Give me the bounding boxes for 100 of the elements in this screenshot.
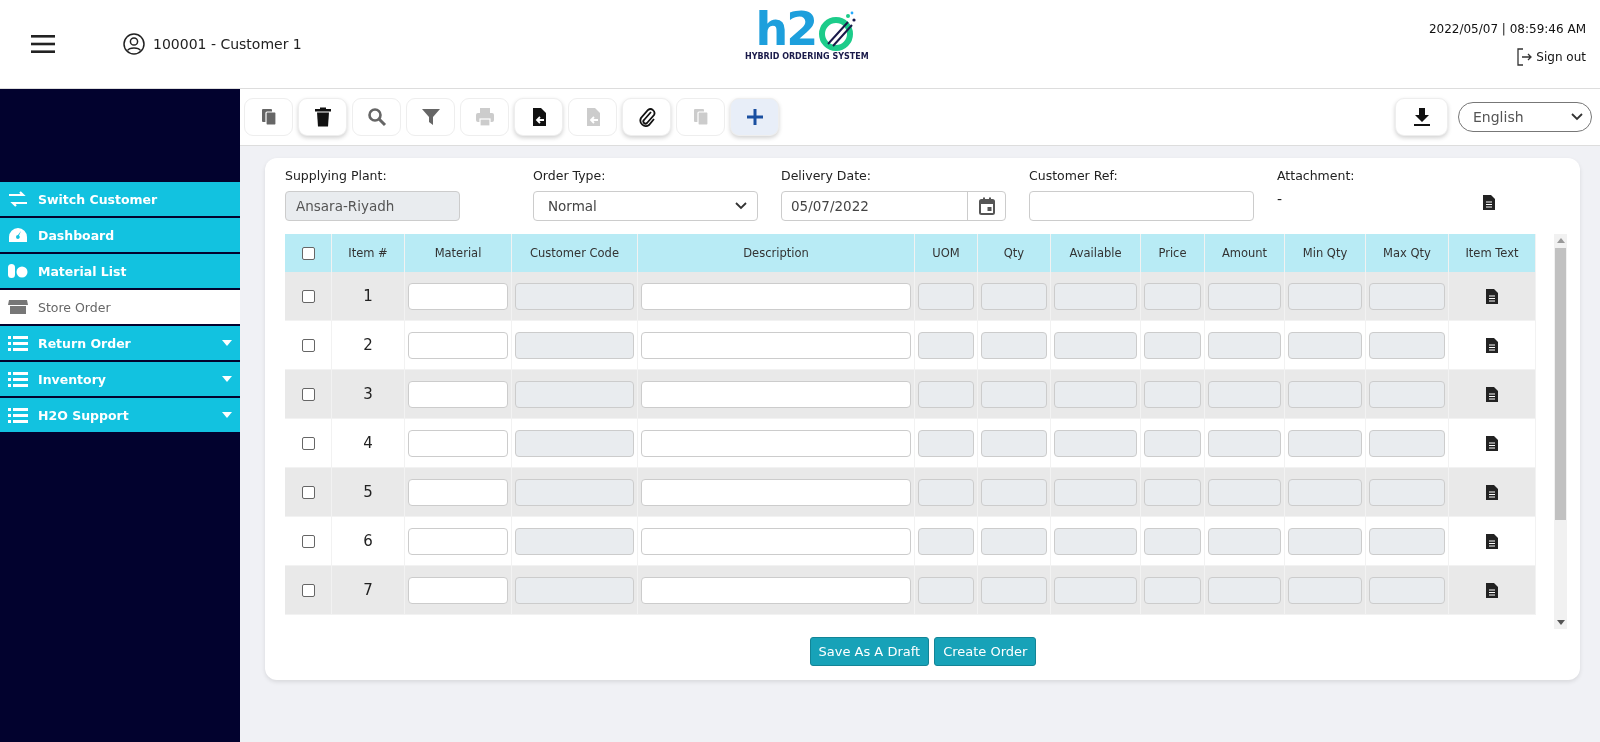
import-button[interactable]	[514, 98, 563, 136]
item-number: 6	[363, 532, 373, 550]
sign-out-label[interactable]: Sign out	[1536, 50, 1586, 64]
sign-out-icon[interactable]	[1516, 48, 1533, 66]
calendar-icon[interactable]	[978, 197, 995, 215]
item-number: 5	[363, 483, 373, 501]
trash-icon	[312, 107, 333, 127]
readonly-field	[918, 282, 974, 310]
table-input-field[interactable]	[641, 429, 911, 457]
item-number: 2	[363, 336, 373, 354]
caret-icon	[222, 376, 232, 382]
field-label: Order Type:	[533, 168, 607, 183]
paperclip-icon	[636, 107, 657, 127]
table-input-field[interactable]	[641, 380, 911, 408]
readonly-field	[981, 429, 1047, 457]
add-button[interactable]	[730, 98, 779, 136]
table-input-field[interactable]	[408, 331, 508, 359]
list-icon	[8, 371, 28, 387]
readonly-field	[1144, 576, 1201, 604]
document-icon[interactable]	[1486, 337, 1498, 353]
table-input-field[interactable]	[408, 380, 508, 408]
readonly-field	[918, 576, 974, 604]
table-input-field[interactable]	[641, 331, 911, 359]
readonly-field	[981, 380, 1047, 408]
chevron-down-icon	[1571, 113, 1583, 121]
filter-icon	[420, 107, 441, 127]
table-input-field[interactable]	[408, 527, 508, 555]
row-checkbox[interactable]	[301, 387, 315, 401]
download-icon	[1411, 107, 1432, 127]
readonly-field	[981, 331, 1047, 359]
readonly-field	[1144, 527, 1201, 555]
row-checkbox[interactable]	[301, 289, 315, 303]
document-icon[interactable]	[1486, 533, 1498, 549]
readonly-field	[981, 527, 1047, 555]
customer-ref-field[interactable]	[1029, 191, 1254, 221]
readonly-field	[918, 527, 974, 555]
download-button[interactable]	[1395, 98, 1448, 136]
table-input-field[interactable]	[641, 576, 911, 604]
attachment-value: -	[1277, 191, 1284, 207]
readonly-field	[918, 331, 974, 359]
caret-icon	[222, 412, 232, 418]
menu-icon[interactable]	[31, 34, 55, 54]
item-number: 4	[363, 434, 373, 452]
pills-icon	[8, 263, 28, 279]
sidebar-item[interactable]: Switch Customer	[0, 182, 240, 218]
sidebar-item[interactable]: Material List	[0, 254, 240, 290]
row-checkbox[interactable]	[301, 436, 315, 450]
chevron-down-icon	[735, 202, 747, 210]
delivery-date-field[interactable]: 05/07/2022	[781, 191, 1006, 221]
sidebar-item[interactable]: Store Order	[0, 290, 240, 326]
row-checkbox[interactable]	[301, 583, 315, 597]
table-input-field[interactable]	[641, 478, 911, 506]
sidebar-item[interactable]: Dashboard	[0, 218, 240, 254]
customer-name: 100001 - Customer 1	[153, 36, 302, 52]
action-button[interactable]: Create Order	[934, 637, 1037, 666]
order-type-select[interactable]: Normal	[533, 191, 758, 221]
document-icon[interactable]	[1486, 386, 1498, 402]
document-icon[interactable]	[1486, 582, 1498, 598]
scroll-down-icon[interactable]	[1556, 620, 1565, 625]
plus-icon	[744, 107, 765, 127]
sidebar-item[interactable]: Return Order	[0, 326, 240, 362]
scrollbar-thumb[interactable]	[1555, 248, 1566, 520]
item-number: 7	[363, 581, 373, 599]
action-button[interactable]: Save As A Draft	[809, 637, 930, 666]
search-button[interactable]	[352, 98, 401, 136]
document-icon[interactable]	[1486, 288, 1498, 304]
readonly-field	[1144, 429, 1201, 457]
sidebar-item[interactable]: Inventory	[0, 362, 240, 398]
scrollbar[interactable]	[1554, 234, 1567, 629]
row-checkbox[interactable]	[301, 534, 315, 548]
readonly-field	[981, 282, 1047, 310]
document-icon[interactable]	[1486, 435, 1498, 451]
field-label: Supplying Plant:	[285, 168, 388, 183]
row-checkbox[interactable]	[301, 485, 315, 499]
switch-arrows-icon	[8, 191, 28, 207]
document-icon[interactable]	[1483, 195, 1495, 210]
table-input-field[interactable]	[408, 478, 508, 506]
readonly-field	[918, 380, 974, 408]
document-icon[interactable]	[1486, 484, 1498, 500]
copy-button[interactable]	[244, 98, 293, 136]
sidebar-item[interactable]: H2O Support	[0, 398, 240, 434]
supplying-plant-field: Ansara-Riyadh	[285, 191, 460, 221]
list-icon	[8, 335, 28, 351]
delete-button[interactable]	[298, 98, 347, 136]
table-input-field[interactable]	[408, 429, 508, 457]
item-number: 3	[363, 385, 373, 403]
table-input-field[interactable]	[408, 576, 508, 604]
sign-out-link[interactable]: Sign out	[1516, 48, 1586, 66]
list-icon	[8, 407, 28, 423]
table-input-field[interactable]	[641, 527, 911, 555]
readonly-field	[1144, 380, 1201, 408]
readonly-field	[1144, 331, 1201, 359]
row-checkbox[interactable]	[301, 338, 315, 352]
table-input-field[interactable]	[641, 282, 911, 310]
table-input-field[interactable]	[408, 282, 508, 310]
select-all-checkbox[interactable]	[301, 246, 315, 260]
attach-button[interactable]	[622, 98, 671, 136]
readonly-field	[918, 429, 974, 457]
filter-button[interactable]	[406, 98, 455, 136]
search-icon	[366, 107, 387, 127]
